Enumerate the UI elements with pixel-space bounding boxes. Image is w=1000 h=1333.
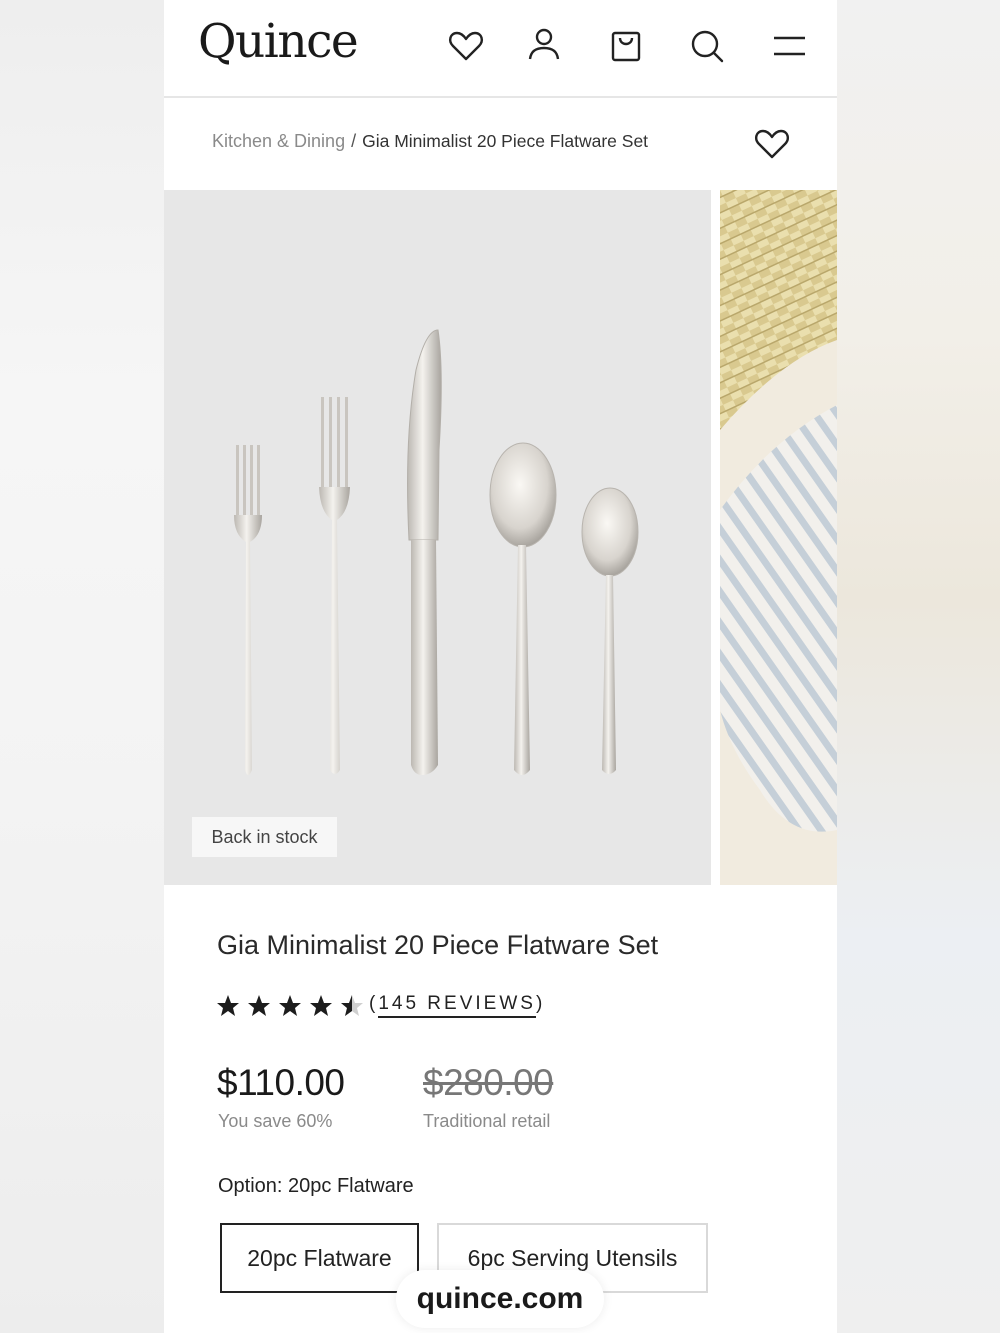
option-20pc-flatware[interactable]: 20pc Flatware <box>220 1223 419 1293</box>
backdrop-right <box>837 0 1000 1333</box>
tea-spoon <box>581 487 639 774</box>
search-icon <box>691 30 724 63</box>
heart-icon <box>449 31 483 61</box>
sale-price: $110.00 <box>217 1062 345 1103</box>
breadcrumb-link-kitchen[interactable]: Kitchen & Dining <box>212 131 345 151</box>
retail-price: $280.00 <box>423 1062 554 1103</box>
star-icon-full <box>248 995 270 1016</box>
flatware-illustration <box>234 329 639 775</box>
backdrop-left <box>0 0 164 1333</box>
breadcrumb: Kitchen & Dining / Gia Minimalist 20 Piece… <box>212 131 648 157</box>
dinner-fork <box>319 397 350 774</box>
stock-badge: Back in stock <box>192 817 337 857</box>
star-icon-full <box>217 995 239 1016</box>
star-icon-full <box>279 995 301 1016</box>
bag-icon <box>611 31 641 62</box>
table-spoon <box>489 442 557 775</box>
heart-icon <box>755 129 789 159</box>
product-title: Gia Minimalist 20 Piece Flatware Set <box>217 930 659 960</box>
menu-icon <box>774 36 805 56</box>
lifestyle-photo <box>720 190 837 885</box>
salad-fork <box>234 445 262 775</box>
search-button[interactable] <box>687 26 727 66</box>
reviews-summary: (145 REVIEWS) <box>369 993 546 1018</box>
account-button[interactable] <box>524 26 564 66</box>
favorite-product-button[interactable] <box>752 124 792 164</box>
account-icon <box>528 28 560 60</box>
dinner-knife <box>407 329 442 775</box>
reviews-paren-open: ( <box>369 993 379 1014</box>
product-image-next[interactable] <box>720 190 837 885</box>
breadcrumb-current: Gia Minimalist 20 Piece Flatware Set <box>362 131 649 151</box>
option-label: Option: 20pc Flatware <box>218 1175 414 1197</box>
menu-button[interactable] <box>769 26 809 66</box>
star-icon-half <box>341 995 363 1016</box>
mobile-page: Quince Kitchen & Dining / Gia Minimalist… <box>164 0 837 1333</box>
star-icon-full <box>310 995 332 1016</box>
site-header: Quince <box>164 0 837 98</box>
savings-text: You save 60% <box>218 1111 333 1131</box>
cart-button[interactable] <box>606 26 646 66</box>
site-watermark: quince.com <box>396 1270 604 1328</box>
wishlist-button[interactable] <box>446 26 486 66</box>
reviews-paren-close: ) <box>535 993 546 1014</box>
reviews-link[interactable]: 145 REVIEWS <box>378 993 536 1018</box>
retail-label: Traditional retail <box>423 1111 551 1131</box>
brand-logo[interactable]: Quince <box>198 14 359 69</box>
breadcrumb-separator: / <box>351 131 357 151</box>
rating-stars <box>214 992 369 1020</box>
product-image-main[interactable]: Back in stock <box>164 190 711 885</box>
